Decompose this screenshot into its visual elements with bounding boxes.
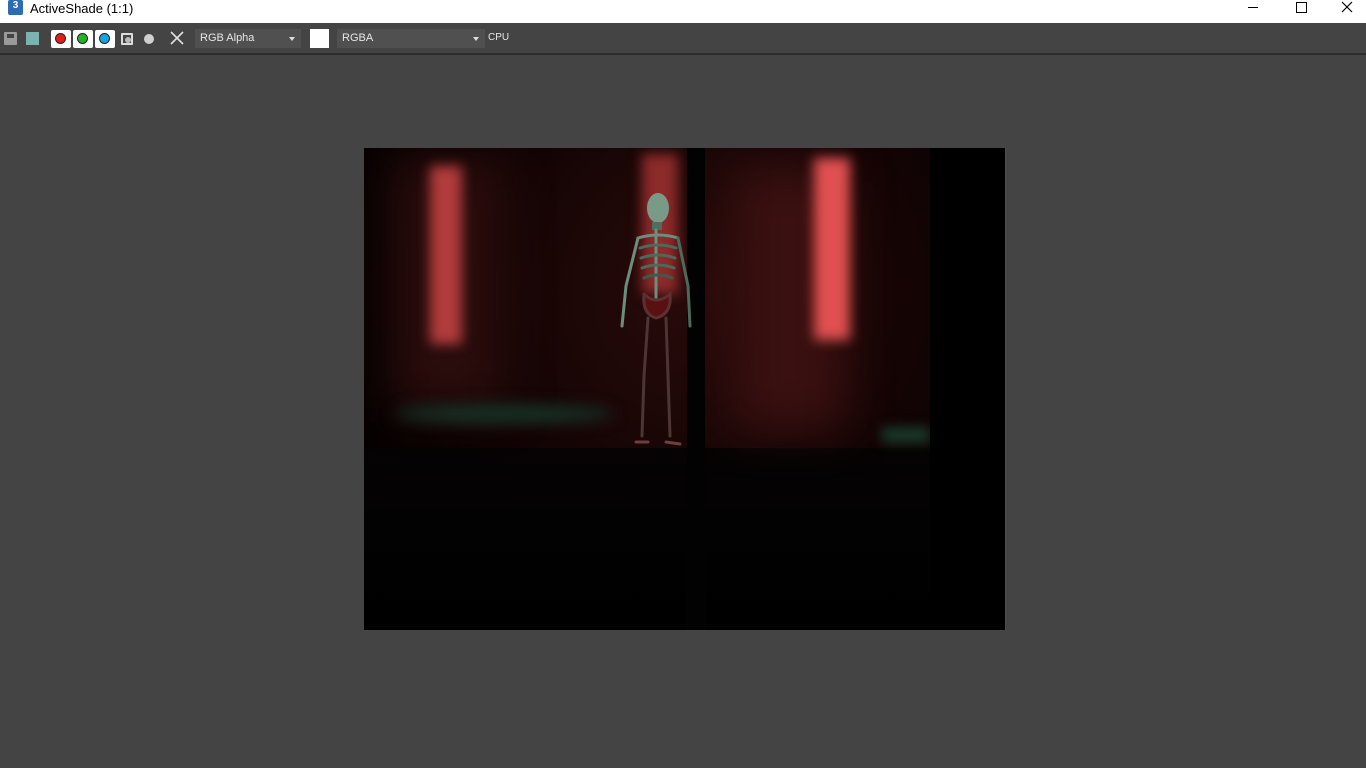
monochrome-icon[interactable] [144, 34, 154, 44]
blue-channel-icon [99, 33, 110, 44]
chevron-down-icon [473, 37, 479, 41]
channel-display-value: RGB Alpha [200, 32, 255, 44]
render-viewport[interactable] [364, 148, 1006, 630]
renderer-label: CPU [488, 32, 510, 43]
display-mode-select[interactable]: RGBA [337, 29, 485, 48]
green-floor-glow-left [394, 406, 614, 422]
close-icon[interactable] [1324, 0, 1366, 23]
clear-icon[interactable] [170, 31, 184, 50]
channel-display-select[interactable]: RGB Alpha [195, 29, 301, 48]
red-light-right [814, 158, 850, 340]
chevron-down-icon [289, 37, 295, 41]
green-channel-icon [77, 33, 88, 44]
display-mode-value: RGBA [342, 32, 374, 44]
clone-frame-icon[interactable] [26, 32, 39, 45]
green-floor-glow-right [882, 428, 930, 442]
red-channel-toggle[interactable] [51, 30, 71, 48]
green-channel-toggle[interactable] [73, 30, 93, 48]
unrendered-strip [930, 148, 1005, 630]
red-light-left [430, 166, 462, 344]
minimize-icon[interactable] [1230, 0, 1276, 23]
title-bar: 3 ActiveShade (1:1) [0, 0, 1366, 23]
color-swatch[interactable] [310, 29, 329, 48]
red-channel-icon [55, 33, 66, 44]
scene-floor [364, 448, 930, 630]
save-image-icon[interactable] [4, 32, 17, 45]
skeleton-figure [620, 193, 692, 446]
blue-channel-toggle[interactable] [95, 30, 115, 48]
alpha-channel-toggle[interactable] [117, 30, 137, 48]
maximize-icon[interactable] [1278, 0, 1324, 23]
3dsmax-app-icon: 3 [8, 0, 23, 15]
window-title: ActiveShade (1:1) [30, 1, 134, 16]
